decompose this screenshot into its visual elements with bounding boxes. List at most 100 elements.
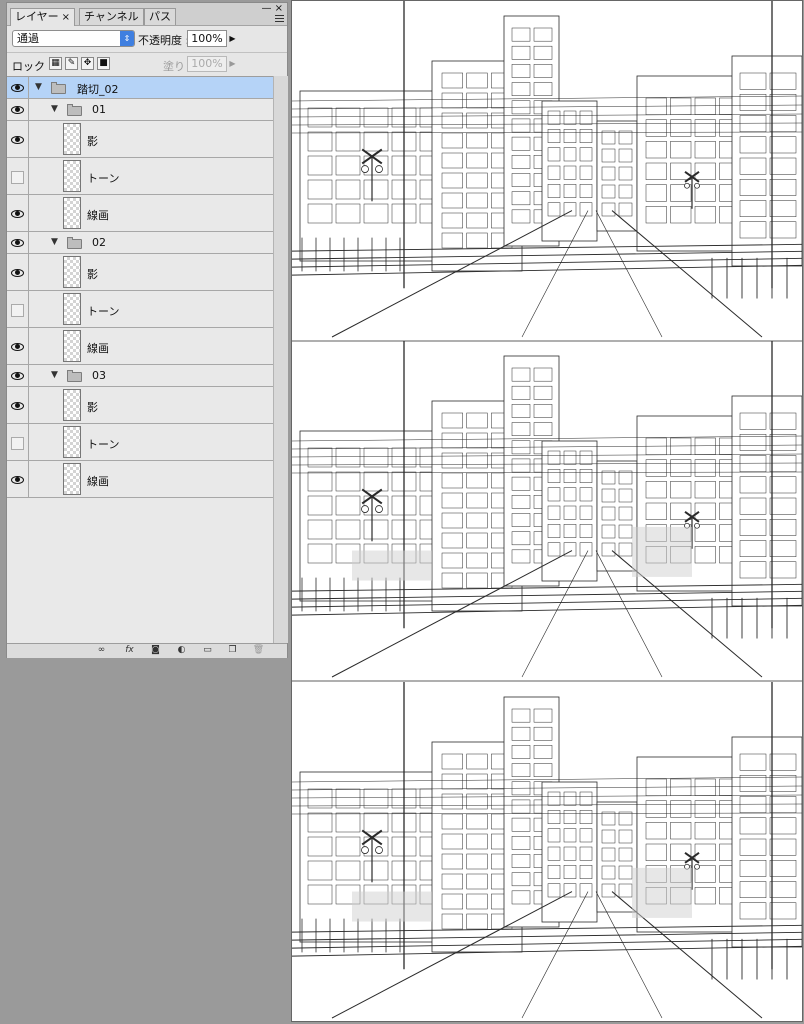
opacity-arrow-icon[interactable]: ▶ [228,30,237,47]
lock-all-icon[interactable]: ■ [97,57,110,70]
layer-row[interactable]: トーン [7,291,273,328]
opacity-field[interactable]: 100% [187,30,227,47]
layer-name: 01 [92,103,106,116]
new-layer-icon[interactable]: ❐ [226,645,239,656]
building-center [541,100,598,242]
eye-icon[interactable] [11,372,24,380]
eye-icon[interactable] [11,268,24,277]
layer-name: 03 [92,369,106,382]
layer-row[interactable]: 影 [7,254,273,291]
tab-layers-label: レイヤー [15,10,59,23]
disclosure-triangle-icon[interactable]: ▼ [51,104,58,114]
layer-group-row[interactable]: ▼ 01 [7,99,273,121]
rail-track [292,604,802,616]
layer-name: トーン [87,305,120,318]
blend-mode-select[interactable]: 通過 ⇕ [12,30,135,47]
visibility-toggle[interactable] [7,328,29,364]
shadow-tone [352,550,432,581]
eye-icon[interactable] [11,135,24,144]
lock-move-icon[interactable]: ✥ [81,57,94,70]
trash-icon[interactable]: 🗑 [252,645,265,656]
tab-paths[interactable]: パス [144,8,176,25]
opacity-label: 不透明度 : [138,34,190,47]
visibility-toggle[interactable] [7,232,29,253]
eye-icon[interactable] [11,106,24,114]
shadow-tone [352,891,432,922]
layer-group-row[interactable]: ▼ 03 [7,365,273,387]
folder-icon [67,237,82,249]
scrollbar[interactable] [273,76,288,643]
visibility-toggle[interactable] [7,77,29,98]
eye-icon[interactable] [11,475,24,484]
hidden-box-icon[interactable] [11,170,24,184]
visibility-toggle[interactable] [7,291,29,327]
layer-row[interactable]: トーン [7,158,273,195]
close-icon[interactable]: × [62,12,70,23]
eye-icon[interactable] [11,209,24,218]
visibility-toggle[interactable] [7,254,29,290]
lock-transparency-icon[interactable]: ▦ [49,57,62,70]
layer-name: 線画 [87,209,109,222]
adjustment-icon[interactable]: ◐ [175,645,188,656]
eye-icon[interactable] [11,84,24,92]
visibility-toggle[interactable] [7,99,29,120]
layer-row[interactable]: 線画 [7,195,273,232]
new-group-icon[interactable]: ▭ [201,645,214,656]
hidden-box-icon[interactable] [11,303,24,317]
layer-row[interactable]: 線画 [7,461,273,498]
document-canvas[interactable] [291,0,803,1022]
disclosure-triangle-icon[interactable]: ▼ [35,82,42,92]
crossing-lamp [361,165,369,173]
tab-layers[interactable]: レイヤー × [10,8,76,26]
visibility-toggle[interactable] [7,158,29,194]
layer-row[interactable]: 影 [7,387,273,424]
visibility-toggle[interactable] [7,195,29,231]
building-right [636,75,748,252]
crossing-lamp [684,182,690,189]
building-far-right [731,395,802,607]
lock-brush-icon[interactable]: ✎ [65,57,78,70]
layer-thumbnail [63,389,81,421]
chevron-updown-icon[interactable]: ⇕ [120,31,134,46]
tab-channels-label: チャンネル [84,10,139,23]
disclosure-triangle-icon[interactable]: ▼ [51,237,58,247]
layer-group-row[interactable]: ▼ 踏切_02 [7,77,273,99]
layer-thumbnail [63,426,81,458]
tab-channels[interactable]: チャンネル [79,8,144,25]
visibility-toggle[interactable] [7,121,29,157]
layer-thumbnail [63,160,81,192]
mask-icon[interactable]: ◙ [149,645,162,656]
window-controls[interactable]: — × [261,4,283,14]
layer-row[interactable]: 影 [7,121,273,158]
visibility-toggle[interactable] [7,424,29,460]
disclosure-triangle-icon[interactable]: ▼ [51,370,58,380]
lock-label: ロック : [12,60,53,73]
building-far-right [731,55,802,267]
eye-icon[interactable] [11,401,24,410]
eye-icon[interactable] [11,239,24,247]
layer-row[interactable]: 線画 [7,328,273,365]
eye-icon[interactable] [11,342,24,351]
fill-arrow-icon[interactable]: ▶ [228,56,237,72]
link-icon[interactable]: ∞ [95,645,108,656]
hidden-box-icon[interactable] [11,436,24,450]
fill-field[interactable]: 100% [187,56,227,72]
building-center [541,440,598,582]
layer-thumbnail [63,123,81,155]
panel-tab-bar: レイヤー × チャンネル パス — × [7,3,287,26]
visibility-toggle[interactable] [7,365,29,386]
folder-icon [51,82,66,94]
layer-name: 影 [87,401,98,414]
crossing-lamp [694,863,700,870]
layer-list: ▼ 踏切_02 ▼ 01 影トーン 線画 ▼ 02 影トーン 線画 ▼ 03 影トーン 線画 [7,76,273,644]
layer-name: トーン [87,172,120,185]
layer-name: 02 [92,236,106,249]
visibility-toggle[interactable] [7,387,29,423]
layer-name: トーン [87,438,120,451]
layer-group-row[interactable]: ▼ 02 [7,232,273,254]
building-far-right [731,736,802,948]
panel-menu-icon[interactable] [275,15,284,23]
fx-icon[interactable]: fx [123,645,136,656]
layer-row[interactable]: トーン [7,424,273,461]
visibility-toggle[interactable] [7,461,29,497]
